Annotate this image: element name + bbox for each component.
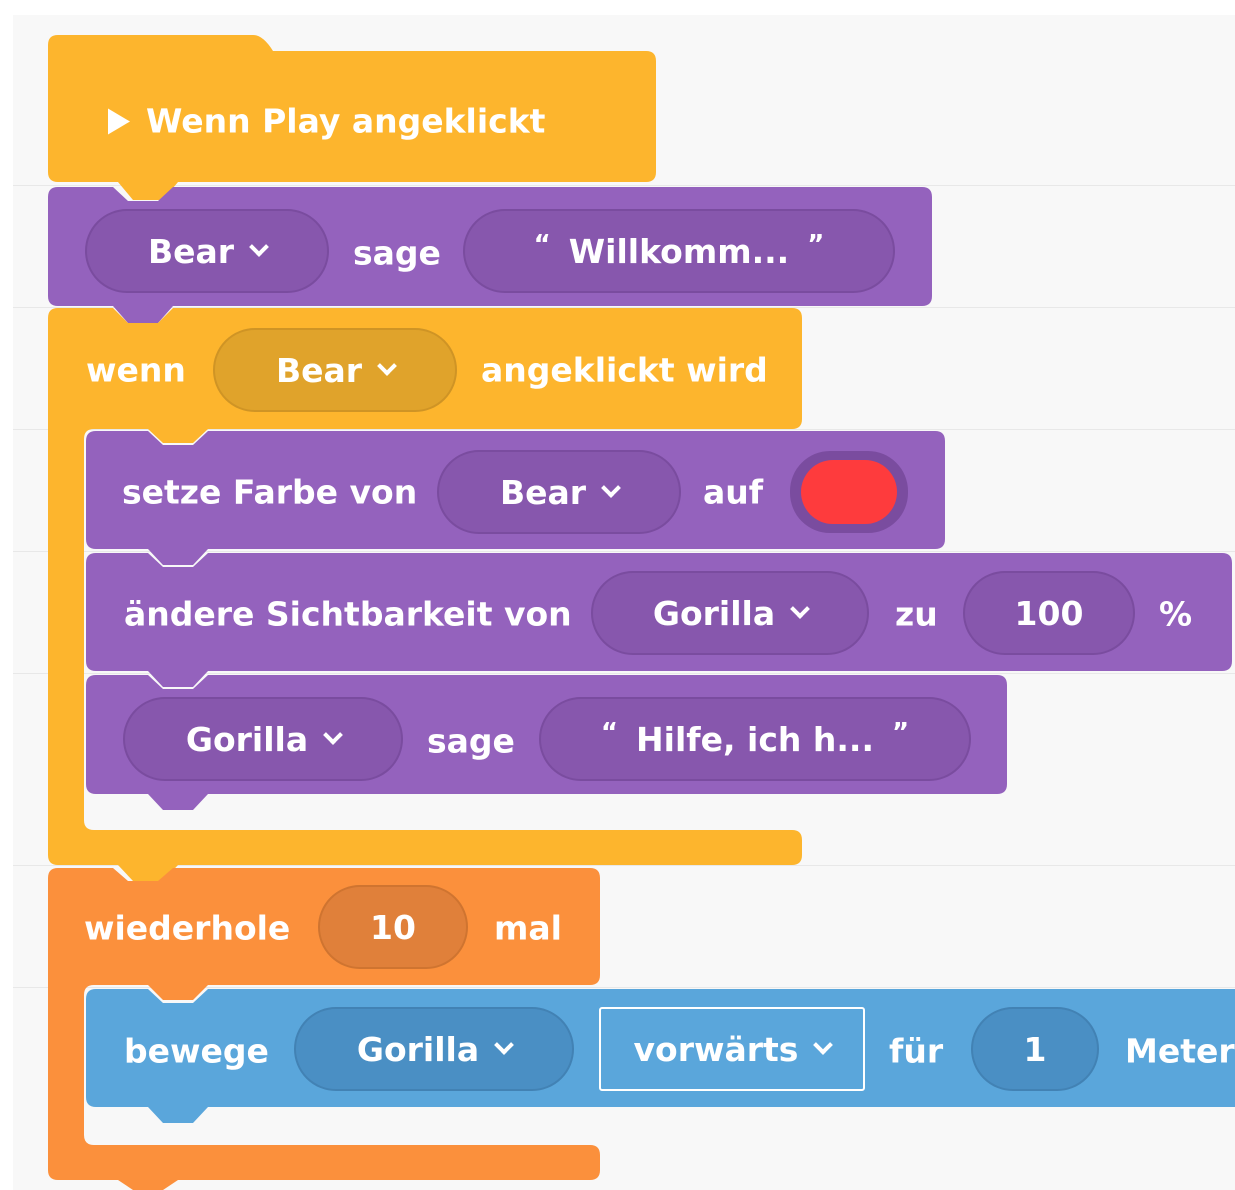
play-icon bbox=[108, 108, 130, 135]
sprite-dropdown[interactable]: Gorilla bbox=[591, 571, 869, 655]
when-play-label: Wenn Play angeklickt bbox=[108, 105, 545, 138]
distance-number-input[interactable]: 1 bbox=[971, 1007, 1099, 1091]
repeat-count-value: 10 bbox=[370, 907, 416, 947]
say-label: sage bbox=[427, 721, 515, 761]
chevron-down-icon bbox=[377, 356, 397, 376]
clicked-label: angeklickt wird bbox=[481, 350, 768, 390]
chevron-down-icon bbox=[790, 599, 811, 619]
set-color-label: setze Farbe von bbox=[122, 472, 418, 512]
direction-dropdown[interactable]: vorwärts bbox=[599, 1007, 865, 1091]
when-label: wenn bbox=[86, 350, 186, 390]
chevron-down-icon bbox=[249, 237, 269, 257]
distance-value: 1 bbox=[1023, 1029, 1047, 1069]
code-workspace[interactable]: Wenn Play angeklickt Bear sage “ Willkomm… bbox=[13, 15, 1235, 1190]
to-label: zu bbox=[895, 594, 938, 634]
direction-dropdown-value: vorwärts bbox=[633, 1029, 799, 1069]
quote-open: “ bbox=[533, 230, 551, 260]
say-text-input[interactable]: “ Willkomm... ” bbox=[463, 209, 895, 293]
quote-close: ” bbox=[891, 718, 910, 748]
sprite-dropdown-value: Gorilla bbox=[652, 593, 776, 633]
sprite-dropdown[interactable]: Gorilla bbox=[123, 697, 403, 781]
say-label: sage bbox=[353, 233, 441, 273]
times-label: mal bbox=[494, 908, 562, 948]
chevron-down-icon bbox=[601, 478, 621, 498]
sprite-dropdown-value: Bear bbox=[275, 350, 363, 390]
color-swatch bbox=[801, 460, 897, 524]
sprite-dropdown-value: Gorilla bbox=[356, 1029, 480, 1069]
visibility-number-input[interactable]: 100 bbox=[963, 571, 1135, 655]
quote-close: ” bbox=[807, 230, 825, 260]
sprite-dropdown-value: Bear bbox=[499, 472, 587, 512]
meter-label: Meter bbox=[1125, 1031, 1235, 1071]
say-text-input[interactable]: “ Hilfe, ich h... ” bbox=[539, 697, 971, 781]
visibility-value: 100 bbox=[1014, 593, 1084, 633]
chevron-down-icon bbox=[813, 1035, 834, 1055]
sprite-dropdown-value: Gorilla bbox=[185, 719, 309, 759]
move-label: bewege bbox=[124, 1031, 269, 1071]
sprite-dropdown[interactable]: Bear bbox=[85, 209, 329, 293]
to-label: auf bbox=[703, 472, 764, 512]
say-text-value: Willkomm... bbox=[568, 231, 790, 271]
change-visibility-label: ändere Sichtbarkeit von bbox=[124, 594, 572, 634]
sprite-dropdown-value: Bear bbox=[147, 231, 235, 271]
repeat-label: wiederhole bbox=[84, 908, 291, 948]
color-picker[interactable] bbox=[790, 451, 908, 533]
sprite-dropdown[interactable]: Bear bbox=[213, 328, 457, 412]
quote-open: “ bbox=[600, 718, 619, 748]
say-text-value: Hilfe, ich h... bbox=[636, 719, 874, 759]
for-label: für bbox=[889, 1031, 944, 1071]
sprite-dropdown[interactable]: Bear bbox=[437, 450, 681, 534]
chevron-down-icon bbox=[494, 1035, 515, 1055]
sprite-dropdown[interactable]: Gorilla bbox=[294, 1007, 574, 1091]
repeat-count-input[interactable]: 10 bbox=[318, 885, 468, 969]
chevron-down-icon bbox=[323, 725, 344, 745]
when-play-text: Wenn Play angeklickt bbox=[146, 101, 546, 141]
percent-label: % bbox=[1159, 594, 1193, 634]
